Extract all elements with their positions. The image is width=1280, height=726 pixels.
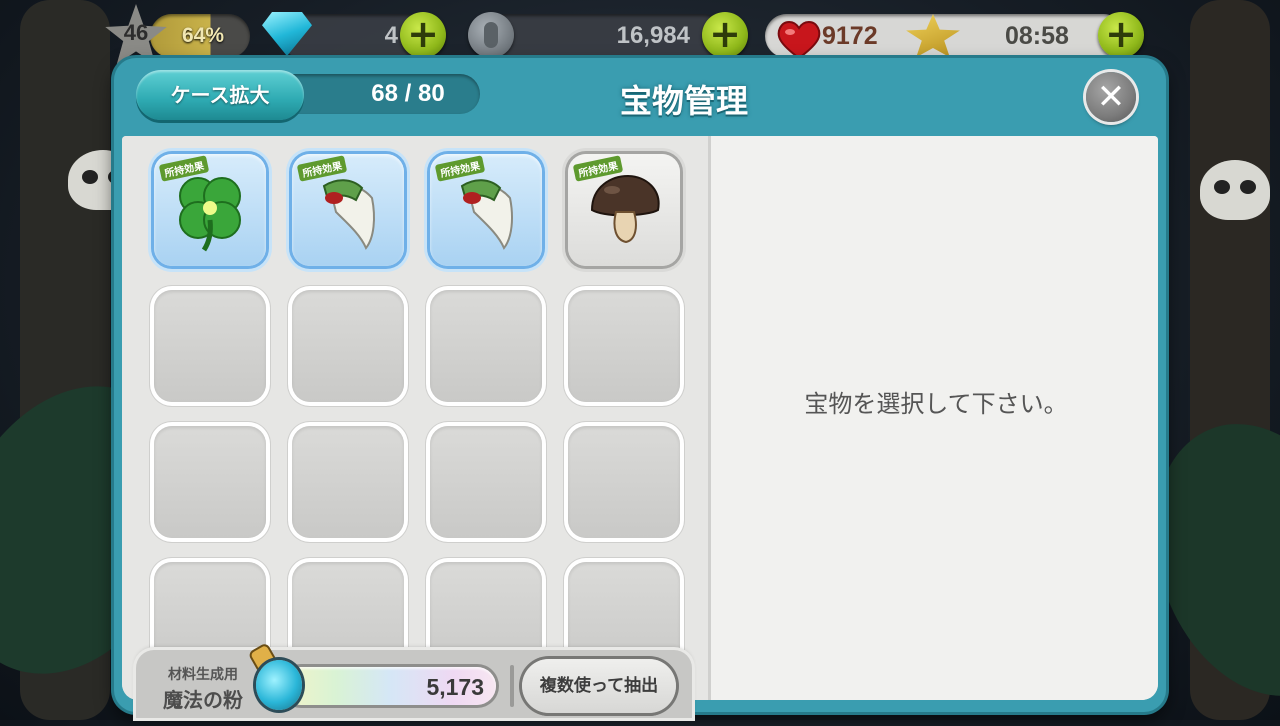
divider (510, 665, 514, 707)
powder-amount: 5,173 (426, 674, 484, 700)
close-button[interactable]: ✕ (1086, 72, 1136, 122)
xp-percent: 64% (182, 24, 225, 47)
add-gems-button[interactable]: + (400, 12, 446, 58)
treasure-slot-mushroom[interactable]: 所持効果 (568, 154, 680, 266)
gem-count: 4 (384, 22, 398, 49)
dialog-body: 所持効果 所持効果 所持効果 所持効果 宝物を選択して下さい。 (122, 136, 1158, 700)
magic-powder-flask-icon (256, 660, 302, 710)
stamina-timer: 08:58 (1005, 22, 1069, 50)
empty-treasure-slot[interactable] (292, 426, 404, 538)
add-hearts-button[interactable]: + (1098, 12, 1144, 58)
empty-treasure-slot[interactable] (154, 290, 266, 402)
expand-case-button[interactable]: ケース拡大 (136, 70, 304, 120)
mushroom-icon (590, 174, 660, 244)
capacity-count: 68 / 80 (371, 80, 445, 107)
empty-treasure-slot[interactable] (430, 426, 542, 538)
clover-icon (179, 177, 241, 252)
treasure-slot-fang[interactable]: 所持効果 (292, 154, 404, 266)
coin-icon (468, 12, 514, 58)
dialog-title: 宝物管理 (619, 82, 748, 120)
empty-treasure-slot[interactable] (430, 290, 542, 402)
empty-treasure-slot[interactable] (568, 426, 680, 538)
empty-treasure-slot[interactable] (568, 290, 680, 402)
bulk-extract-button[interactable]: 複数使って抽出 (522, 659, 676, 713)
heart-count: 9172 (822, 22, 878, 50)
level-number: 46 (123, 20, 149, 45)
background-skull-icon (1200, 160, 1270, 220)
heart-icon (777, 21, 821, 60)
treasure-dialog: ケース拡大 68 / 80 宝物管理 ✕ 所持効果 所持効果 所持効果 所持効果… (114, 58, 1166, 712)
material-label-small: 材料生成用 (168, 667, 238, 683)
add-coins-button[interactable]: + (702, 12, 748, 58)
fang-icon (460, 179, 513, 250)
treasure-grid: 所持効果 所持効果 所持効果 所持効果 (122, 136, 708, 700)
select-treasure-prompt: 宝物を選択して下さい。 (804, 390, 1068, 418)
fang-icon (322, 179, 375, 250)
coin-count: 16,984 (616, 22, 690, 49)
treasure-slot-clover[interactable]: 所持効果 (154, 154, 266, 266)
treasure-slot-fang[interactable]: 所持効果 (430, 154, 542, 266)
treasure-detail-panel: 宝物を選択して下さい。 (708, 136, 1158, 700)
empty-treasure-slot[interactable] (154, 426, 266, 538)
material-label: 魔法の粉 (163, 688, 243, 712)
empty-treasure-slot[interactable] (292, 290, 404, 402)
